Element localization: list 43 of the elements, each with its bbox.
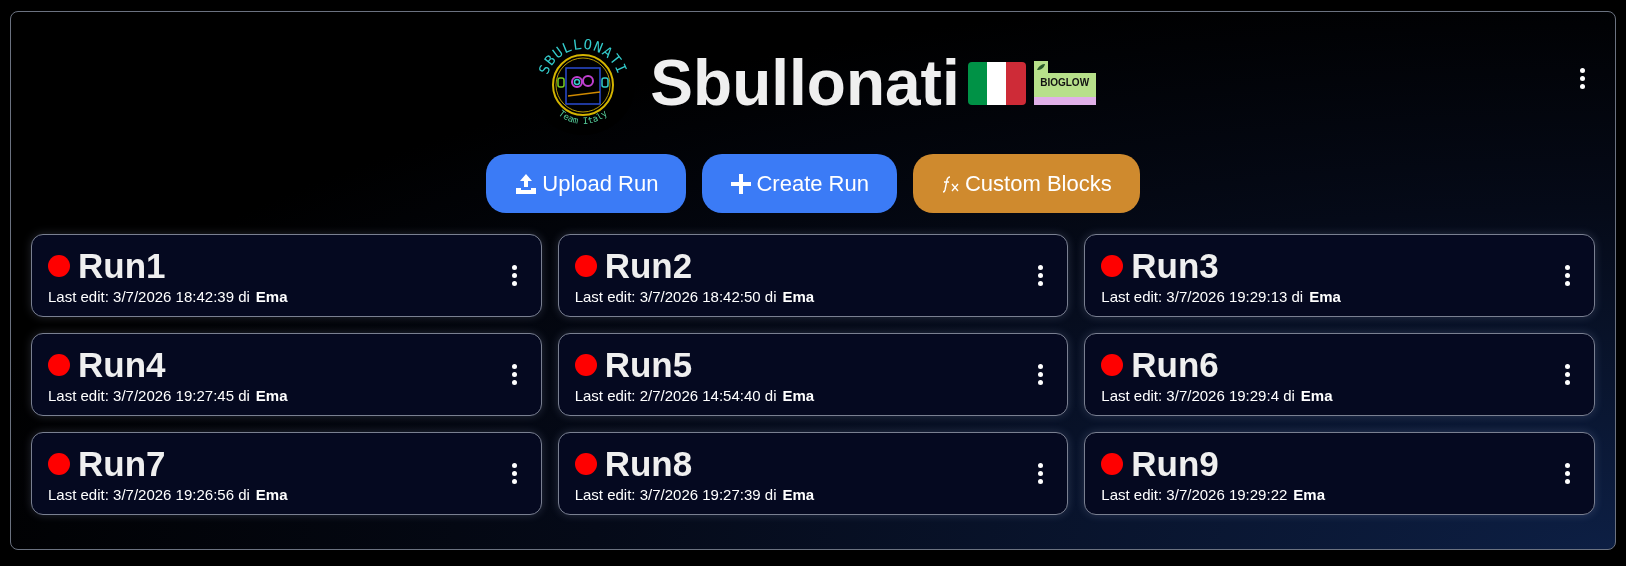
last-edit-text: Last edit: 3/7/2026 18:42:39 di <box>48 288 250 305</box>
run-card[interactable]: Run7 Last edit: 3/7/2026 19:26:56 di Ema <box>31 432 542 515</box>
action-button[interactable]: Create Run <box>702 154 897 213</box>
run-name: Run1 <box>78 246 166 286</box>
run-name: Run3 <box>1131 246 1219 286</box>
author-name: Ema <box>255 387 288 404</box>
last-edit-text: Last edit: 3/7/2026 19:27:39 di <box>574 486 777 503</box>
plus-icon <box>730 172 753 195</box>
author-name: Ema <box>1309 288 1341 305</box>
run-name: Run6 <box>1131 345 1219 385</box>
author-name: Ema <box>782 486 815 503</box>
run-name: Run2 <box>604 246 693 286</box>
last-edit-text: Last edit: 3/7/2026 18:42:50 di <box>574 288 777 305</box>
author-name: Ema <box>1293 486 1325 503</box>
author-name: Ema <box>1300 387 1333 404</box>
run-name: Run5 <box>604 345 693 385</box>
sponsor-logo: BIOGLOW <box>1033 61 1096 105</box>
author-name: Ema <box>255 486 288 503</box>
run-name: Run4 <box>78 345 166 385</box>
last-edit-text: Last edit: 2/7/2026 14:54:40 di <box>574 387 777 404</box>
run-card[interactable]: Run2 Last edit: 3/7/2026 18:42:50 di Ema <box>557 234 1069 317</box>
run-card[interactable]: Run8 Last edit: 3/7/2026 19:27:39 di Ema <box>557 432 1069 515</box>
run-card[interactable]: Run6 Last edit: 3/7/2026 19:29:4 di Ema <box>1084 333 1595 416</box>
last-edit-text: Last edit: 3/7/2026 19:27:45 di <box>48 387 250 404</box>
last-edit-text: Last edit: 3/7/2026 19:29:13 di <box>1101 288 1304 305</box>
author-name: Ema <box>255 288 288 305</box>
author-name: Ema <box>782 288 815 305</box>
run-card[interactable]: Run9 Last edit: 3/7/2026 19:29:22 Ema <box>1084 432 1595 515</box>
italy-flag-icon <box>967 61 1026 105</box>
last-edit-text: Last edit: 3/7/2026 19:29:22 <box>1101 486 1288 503</box>
last-edit-text: Last edit: 3/7/2026 19:29:4 di <box>1101 387 1295 404</box>
run-card[interactable]: Run3 Last edit: 3/7/2026 19:29:13 di Ema <box>1084 234 1595 317</box>
run-card[interactable]: Run5 Last edit: 2/7/2026 14:54:40 di Ema <box>557 333 1069 416</box>
author-name: Ema <box>782 387 815 404</box>
run-name: Run7 <box>78 444 166 484</box>
action-button[interactable]: Upload Run <box>486 154 687 213</box>
page-title: Sbullonati <box>650 46 960 120</box>
last-edit-text: Last edit: 3/7/2026 19:26:56 di <box>48 486 250 503</box>
run-name: Run8 <box>604 444 693 484</box>
run-card[interactable]: Run4 Last edit: 3/7/2026 19:27:45 di Ema <box>31 333 542 416</box>
run-name: Run9 <box>1131 444 1219 484</box>
run-card[interactable]: Run1 Last edit: 3/7/2026 18:42:39 di Ema <box>31 234 542 317</box>
function-icon <box>941 174 961 193</box>
